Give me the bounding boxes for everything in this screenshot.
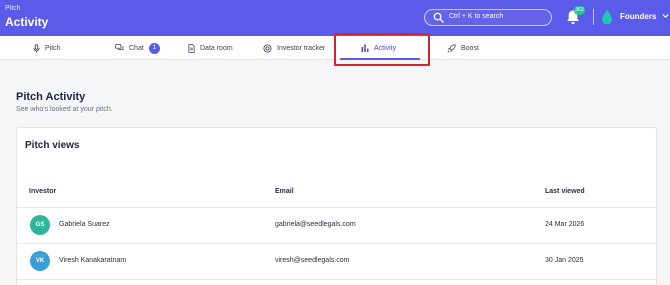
tab-boost[interactable]: Boost bbox=[447, 36, 479, 60]
tab-label: Boost bbox=[461, 44, 479, 52]
tab-label: Data room bbox=[200, 44, 233, 52]
column-header-investor[interactable]: Investor bbox=[29, 188, 56, 195]
microphone-icon bbox=[33, 43, 40, 53]
pitch-views-card: Pitch views Investor Email Last viewed G… bbox=[16, 127, 657, 285]
search-placeholder: Ctrl + K to search bbox=[449, 13, 504, 20]
investor-email: viresh@seedlegals.com bbox=[275, 257, 350, 264]
rocket-icon bbox=[447, 43, 456, 53]
column-header-email[interactable]: Email bbox=[275, 188, 294, 195]
document-icon bbox=[188, 43, 195, 53]
search-input[interactable]: Ctrl + K to search bbox=[424, 9, 552, 26]
chevron-down-icon[interactable] bbox=[662, 13, 669, 19]
tab-chat[interactable]: Chat 1 bbox=[115, 36, 160, 60]
org-drop-icon bbox=[602, 10, 612, 25]
tab-highlight-box bbox=[334, 33, 430, 66]
avatar: GS bbox=[30, 215, 50, 235]
investor-name: Viresh Kanakaratnam bbox=[59, 257, 127, 264]
card-title: Pitch views bbox=[25, 140, 80, 151]
tab-label: Pitch bbox=[45, 44, 61, 52]
top-bar: Pitch Activity Ctrl + K to search 363 Fo… bbox=[0, 0, 670, 36]
target-icon bbox=[263, 43, 272, 53]
investor-name: Gabriela Suarez bbox=[59, 221, 110, 228]
chat-unread-badge: 1 bbox=[148, 42, 160, 54]
divider bbox=[593, 9, 594, 25]
last-viewed-date: 24 Mar 2026 bbox=[545, 221, 585, 228]
search-icon bbox=[433, 12, 444, 23]
table-divider bbox=[17, 279, 656, 280]
tab-label: Chat bbox=[129, 44, 144, 52]
org-switcher[interactable]: Founders bbox=[620, 12, 656, 21]
column-header-last-viewed[interactable]: Last viewed bbox=[545, 188, 585, 195]
page-title: Activity bbox=[5, 15, 49, 29]
investor-email: gabriela@seedlegals.com bbox=[275, 221, 356, 228]
tab-pitch[interactable]: Pitch bbox=[33, 36, 61, 60]
section-subtitle: See who's looked at your pitch. bbox=[16, 106, 113, 113]
chat-bubbles-icon bbox=[115, 44, 124, 50]
table-row[interactable]: VK Viresh Kanakaratnam viresh@seedlegals… bbox=[17, 243, 656, 279]
breadcrumb[interactable]: Pitch bbox=[5, 5, 21, 12]
tab-investor-tracker[interactable]: Investor tracker bbox=[263, 36, 325, 60]
table-row[interactable]: GS Gabriela Suarez gabriela@seedlegals.c… bbox=[17, 207, 656, 243]
notification-count-badge: 363 bbox=[574, 6, 585, 15]
last-viewed-date: 30 Jan 2025 bbox=[545, 257, 584, 264]
avatar: VK bbox=[30, 251, 50, 271]
section-title: Pitch Activity bbox=[16, 91, 86, 103]
tab-label: Investor tracker bbox=[277, 44, 326, 52]
tab-data-room[interactable]: Data room bbox=[188, 36, 233, 60]
